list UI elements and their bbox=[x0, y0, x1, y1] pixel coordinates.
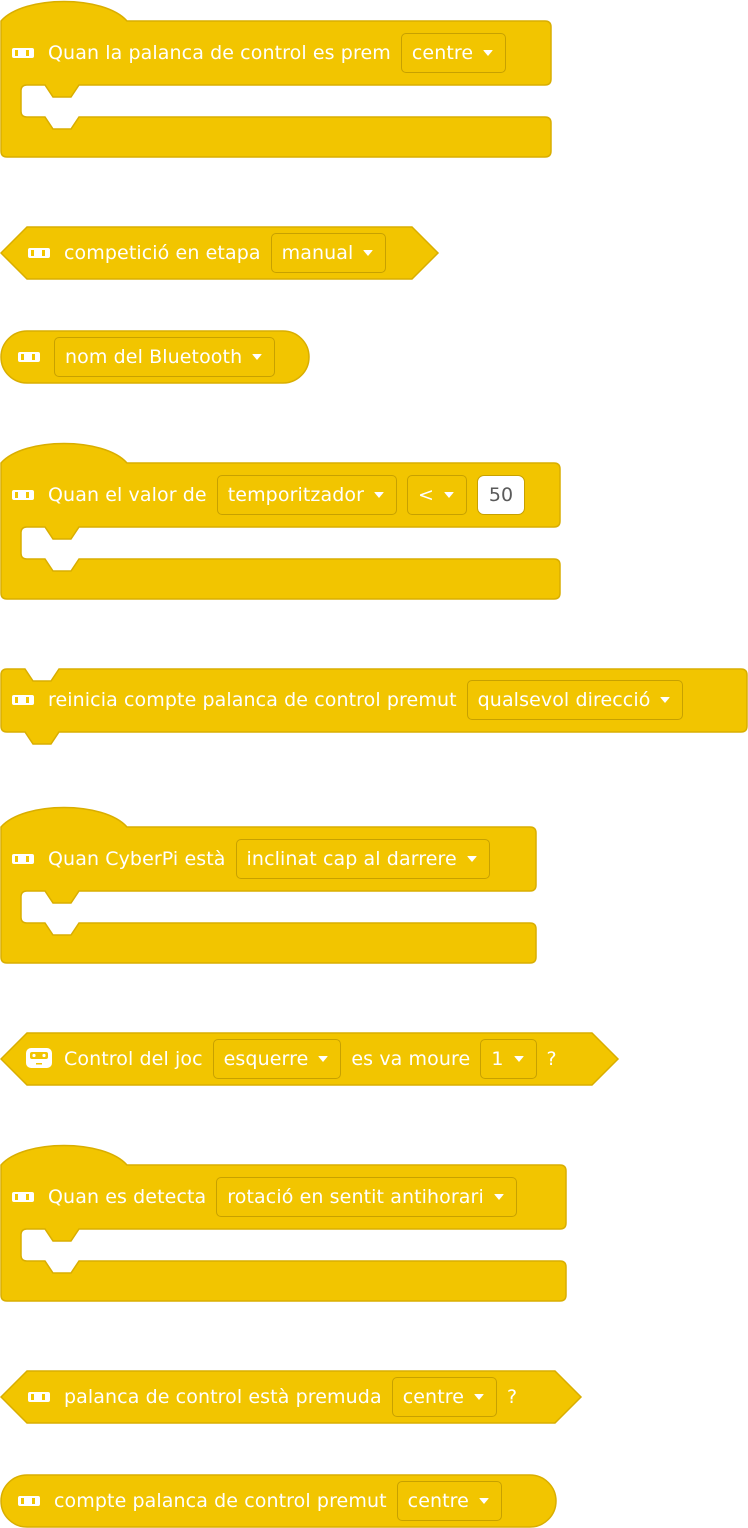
chevron-down-icon bbox=[478, 1498, 489, 1504]
joystick-direction-dropdown[interactable]: centre bbox=[396, 1481, 502, 1521]
block-label: compte palanca de control premut bbox=[54, 1490, 387, 1512]
cyberpi-joystick-icon bbox=[16, 1493, 44, 1509]
